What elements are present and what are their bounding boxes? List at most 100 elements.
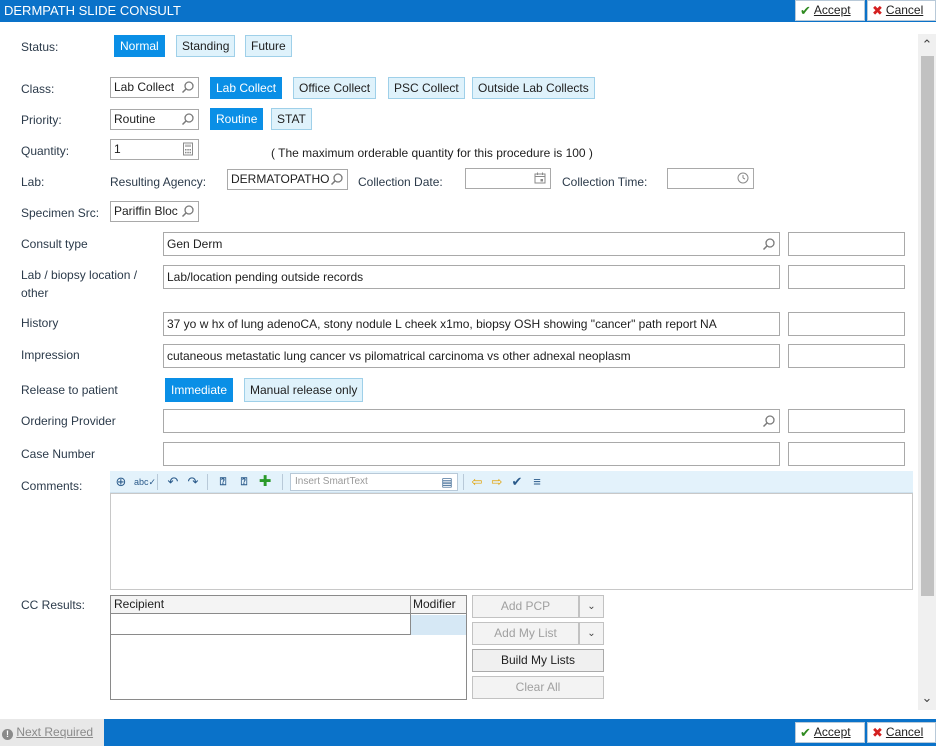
redo-icon[interactable]: ↷ (184, 473, 202, 491)
arrow-right-icon[interactable]: ⇨ (488, 473, 506, 491)
class-field[interactable]: Lab Collect (110, 77, 199, 98)
priority-value: Routine (114, 112, 156, 126)
info-icon: ! (2, 729, 13, 740)
history-value: 37 yo w hx of lung adenoCA, stony nodule… (167, 317, 717, 331)
history-label: History (21, 316, 59, 330)
status-normal-toggle[interactable]: Normal (114, 35, 165, 57)
class-outside-lab-toggle[interactable]: Outside Lab Collects (472, 77, 595, 99)
clear-all-button[interactable]: Clear All (472, 676, 604, 699)
priority-stat-toggle[interactable]: STAT (271, 108, 312, 130)
biopsy-extra-field[interactable] (788, 265, 905, 289)
help-plus-icon[interactable]: ⍰ (235, 473, 253, 491)
chevron-down-icon: ⌄ (587, 601, 596, 612)
add-icon[interactable]: ✚ (256, 473, 274, 491)
quantity-field[interactable]: 1 (110, 139, 199, 160)
comments-textarea[interactable] (110, 493, 913, 590)
add-pcp-button[interactable]: Add PCP (472, 595, 579, 618)
next-required-button[interactable]: ! Next Required (0, 719, 104, 746)
consult-type-extra-field[interactable] (788, 232, 905, 256)
case-number-extra-field[interactable] (788, 442, 905, 466)
cancel-button[interactable]: ✖ Cancel (867, 0, 936, 21)
add-pcp-dropdown[interactable]: ⌄ (579, 595, 604, 618)
cc-results-label: CC Results: (21, 598, 86, 612)
checkmark-icon: ✔ (800, 725, 811, 740)
priority-field[interactable]: Routine (110, 109, 199, 130)
title-bar: DERMPATH SLIDE CONSULT ✔ Accept ✖ Cancel (0, 0, 936, 22)
resulting-agency-label: Resulting Agency: (110, 175, 207, 189)
search-icon[interactable] (181, 80, 195, 94)
class-psc-collect-toggle[interactable]: PSC Collect (388, 77, 465, 99)
history-field[interactable]: 37 yo w hx of lung adenoCA, stony nodule… (163, 312, 780, 336)
priority-routine-toggle[interactable]: Routine (210, 108, 264, 130)
case-number-field[interactable] (163, 442, 780, 466)
class-label: Class: (21, 82, 55, 96)
consult-type-value: Gen Derm (167, 237, 223, 251)
arrow-left-icon[interactable]: ⇦ (468, 473, 486, 491)
impression-extra-field[interactable] (788, 344, 905, 368)
impression-label: Impression (21, 348, 80, 362)
calendar-icon[interactable] (533, 171, 547, 185)
status-future-toggle[interactable]: Future (245, 35, 292, 57)
smarttext-list-icon[interactable]: ▤ (438, 473, 456, 491)
cc-results-grid: Recipient Modifier (110, 595, 467, 700)
status-label: Status: (21, 40, 59, 54)
ordering-provider-extra-field[interactable] (788, 409, 905, 433)
ordering-provider-label: Ordering Provider (21, 414, 116, 428)
undo-icon[interactable]: ↶ (164, 473, 182, 491)
add-my-list-dropdown[interactable]: ⌄ (579, 622, 604, 645)
case-number-label: Case Number (21, 447, 96, 461)
spellcheck-icon[interactable]: abc✓ (134, 473, 156, 491)
modifier-column-header: Modifier (413, 597, 456, 611)
collection-time-field[interactable] (667, 168, 754, 189)
search-icon[interactable] (181, 204, 195, 218)
search-icon[interactable] (762, 237, 776, 251)
impression-field[interactable]: cutaneous metastatic lung cancer vs pilo… (163, 344, 780, 368)
footer-accept-label: Accept (813, 725, 851, 739)
bottom-bar: ! Next Required ✔ Accept ✖ Cancel (0, 719, 936, 746)
calculator-icon[interactable] (181, 142, 195, 156)
next-required-label: Next Required (16, 725, 94, 739)
biopsy-label-2: other (21, 286, 49, 300)
quantity-value: 1 (114, 142, 121, 156)
consult-type-field[interactable]: Gen Derm (163, 232, 780, 256)
release-immediate-toggle[interactable]: Immediate (165, 378, 234, 402)
collection-time-label: Collection Time: (562, 175, 648, 189)
resulting-agency-field[interactable]: DERMATOPATHO (227, 169, 348, 190)
insert-list-icon[interactable]: ≡ (528, 473, 546, 491)
footer-cancel-button[interactable]: ✖ Cancel (867, 722, 936, 743)
impression-value: cutaneous metastatic lung cancer vs pilo… (167, 349, 631, 363)
check-arrow-icon[interactable]: ✔ (508, 473, 526, 491)
search-icon[interactable] (330, 172, 344, 186)
class-lab-collect-toggle[interactable]: Lab Collect (210, 77, 283, 99)
specimen-value: Pariffin Bloc (114, 204, 178, 218)
release-label: Release to patient (21, 383, 118, 397)
toolbar-separator (157, 474, 158, 490)
clock-icon[interactable] (736, 171, 750, 185)
scroll-up-icon[interactable]: ⌃ (919, 37, 935, 53)
search-icon[interactable] (762, 414, 776, 428)
accept-label: Accept (813, 3, 851, 17)
add-my-list-button[interactable]: Add My List (472, 622, 579, 645)
zoom-in-icon[interactable]: ⊕ (112, 473, 130, 491)
toolbar-separator (282, 474, 283, 490)
smarttext-input[interactable]: Insert SmartText (290, 473, 458, 491)
build-my-lists-button[interactable]: Build My Lists (472, 649, 604, 672)
close-icon: ✖ (872, 725, 883, 740)
search-icon[interactable] (181, 112, 195, 126)
status-standing-toggle[interactable]: Standing (176, 35, 236, 57)
specimen-field[interactable]: Pariffin Bloc (110, 201, 199, 222)
help-icon[interactable]: ⍰ (214, 473, 232, 491)
toolbar-separator (207, 474, 208, 490)
modifier-cell[interactable] (411, 615, 466, 635)
accept-button[interactable]: ✔ Accept (795, 0, 865, 21)
scroll-down-icon[interactable]: ⌄ (919, 690, 935, 706)
chevron-down-icon: ⌄ (587, 628, 596, 639)
ordering-provider-field[interactable] (163, 409, 780, 433)
scrollbar-thumb[interactable] (921, 56, 934, 596)
release-manual-toggle[interactable]: Manual release only (244, 378, 364, 402)
class-office-collect-toggle[interactable]: Office Collect (293, 77, 377, 99)
collection-date-field[interactable] (465, 168, 551, 189)
history-extra-field[interactable] (788, 312, 905, 336)
footer-accept-button[interactable]: ✔ Accept (795, 722, 865, 743)
biopsy-location-field[interactable]: Lab/location pending outside records (163, 265, 780, 289)
